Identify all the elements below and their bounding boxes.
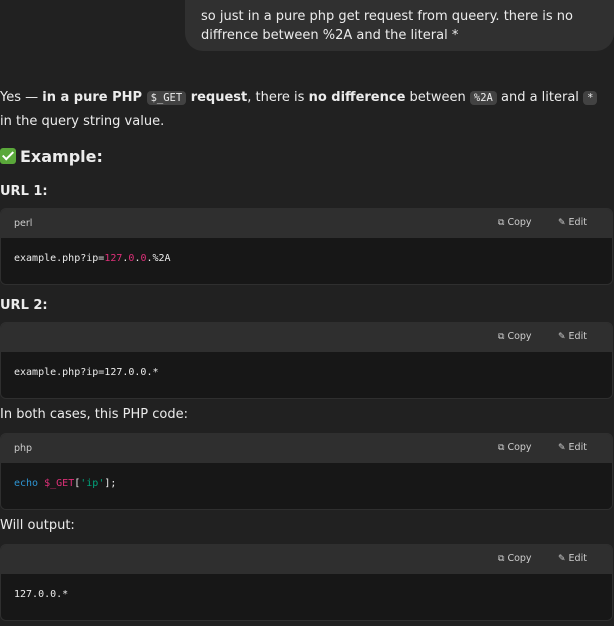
example-heading-text: Example: — [20, 147, 103, 166]
answer-paragraph: Yes — in a pure PHP $_GET request, there… — [0, 86, 608, 133]
user-message-text: so just in a pure php get request from q… — [201, 9, 573, 43]
pencil-icon: ✎ — [558, 218, 566, 228]
will-output-text: Will output: — [0, 518, 75, 533]
code-content: example.php?ip=127.0.0.* — [1, 352, 612, 398]
copy-icon: ⧉ — [498, 218, 505, 228]
example-heading: Example: — [0, 146, 103, 168]
code-block-header: ⧉ Copy ✎ Edit — [1, 323, 612, 352]
pencil-icon: ✎ — [558, 554, 566, 564]
inline-code: $_GET — [146, 91, 187, 105]
code-content: example.php?ip=127.0.0.%2A — [1, 238, 612, 284]
pencil-icon: ✎ — [558, 332, 566, 342]
code-content: 127.0.0.* — [1, 574, 612, 620]
copy-button[interactable]: ⧉ Copy — [498, 553, 532, 564]
answer-text: , there is — [247, 90, 309, 105]
copy-icon: ⧉ — [498, 554, 505, 564]
edit-button[interactable]: ✎ Edit — [558, 442, 587, 453]
both-cases-text: In both cases, this PHP code: — [0, 407, 188, 422]
code-content: echo $_GET['ip']; — [1, 463, 612, 509]
url1-label: URL 1: — [0, 184, 48, 199]
copy-icon: ⧉ — [498, 443, 505, 453]
copy-button-label: Copy — [507, 553, 532, 564]
user-message-bubble: so just in a pure php get request from q… — [185, 0, 614, 51]
edit-button[interactable]: ✎ Edit — [558, 217, 587, 228]
code-block-header: php ⧉ Copy ✎ Edit — [1, 434, 612, 463]
copy-button-label: Copy — [507, 217, 532, 228]
edit-button[interactable]: ✎ Edit — [558, 331, 587, 342]
inline-code: * — [583, 91, 598, 105]
code-token: .%2A — [146, 253, 171, 264]
answer-text: and a literal — [496, 90, 584, 105]
edit-button-label: Edit — [568, 442, 587, 453]
answer-text: in the query string value. — [0, 114, 165, 129]
answer-bold-text: no difference — [308, 90, 406, 105]
code-token-variable: $_GET — [44, 478, 75, 489]
code-token-keyword: echo — [14, 478, 39, 489]
copy-button-label: Copy — [507, 442, 532, 453]
inline-code: %2A — [469, 91, 497, 105]
copy-button[interactable]: ⧉ Copy — [498, 442, 532, 453]
copy-icon: ⧉ — [498, 332, 505, 342]
edit-button-label: Edit — [568, 217, 587, 228]
copy-button[interactable]: ⧉ Copy — [498, 217, 532, 228]
answer-text: between — [405, 90, 470, 105]
code-token: example.php?ip= — [14, 253, 105, 264]
pencil-icon: ✎ — [558, 443, 566, 453]
code-token-number: 127 — [104, 253, 123, 264]
edit-button[interactable]: ✎ Edit — [558, 553, 587, 564]
code-token-string: 'ip' — [80, 478, 105, 489]
code-language-label: php — [14, 443, 33, 454]
check-mark-icon — [0, 148, 16, 164]
code-block: php ⧉ Copy ✎ Edit echo $_GET['ip']; — [0, 433, 613, 510]
url2-label: URL 2: — [0, 298, 48, 313]
answer-text: Yes — — [0, 90, 43, 105]
answer-bold-text: request — [186, 90, 248, 105]
code-block: ⧉ Copy ✎ Edit 127.0.0.* — [0, 544, 613, 621]
code-block: perl ⧉ Copy ✎ Edit example.php?ip=127.0.0.… — [0, 208, 613, 285]
copy-button-label: Copy — [507, 331, 532, 342]
code-token: ]; — [104, 478, 117, 489]
code-block-header: ⧉ Copy ✎ Edit — [1, 545, 612, 574]
code-block: ⧉ Copy ✎ Edit example.php?ip=127.0.0.* — [0, 322, 613, 399]
copy-button[interactable]: ⧉ Copy — [498, 331, 532, 342]
code-block-header: perl ⧉ Copy ✎ Edit — [1, 209, 612, 238]
answer-bold-text: in a pure PHP — [42, 90, 147, 105]
edit-button-label: Edit — [568, 331, 587, 342]
code-language-label: perl — [14, 218, 33, 229]
edit-button-label: Edit — [568, 553, 587, 564]
